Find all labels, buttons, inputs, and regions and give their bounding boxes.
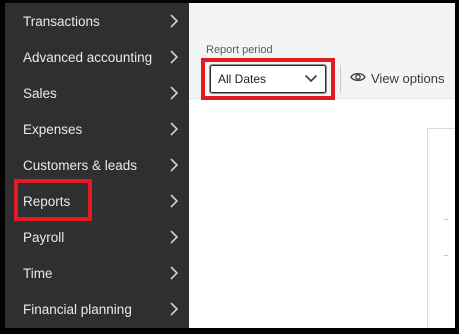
- chevron-right-icon: [169, 194, 179, 208]
- chevron-right-icon: [169, 266, 179, 280]
- report-period-label: Report period: [206, 44, 273, 56]
- sidebar-item-time[interactable]: Time: [5, 255, 189, 291]
- sidebar-item-label: Payroll: [23, 229, 65, 245]
- panel-tick: [444, 255, 448, 256]
- reports-highlight-box: [14, 179, 92, 221]
- report-period-highlight-box: [201, 58, 335, 100]
- chevron-right-icon: [169, 86, 179, 100]
- view-options-label: View options: [371, 70, 445, 86]
- chevron-right-icon: [169, 158, 179, 172]
- sidebar-item-payroll[interactable]: Payroll: [5, 219, 189, 255]
- chevron-right-icon: [169, 122, 179, 136]
- chevron-right-icon: [169, 50, 179, 64]
- app-viewport: Transactions Advanced accounting Sales E…: [5, 3, 455, 328]
- sidebar-item-label: Financial planning: [23, 301, 132, 317]
- sidebar-item-label: Time: [23, 265, 53, 281]
- screenshot-frame: Transactions Advanced accounting Sales E…: [0, 0, 459, 334]
- sidebar-item-label: Customers & leads: [23, 157, 138, 173]
- sidebar-item-label: Advanced accounting: [23, 49, 153, 65]
- sidebar-item-financial-planning[interactable]: Financial planning: [5, 291, 189, 327]
- sidebar-item-expenses[interactable]: Expenses: [5, 111, 189, 147]
- chevron-right-icon: [169, 14, 179, 28]
- sidebar-item-transactions[interactable]: Transactions: [5, 3, 189, 39]
- sidebar-nav: Transactions Advanced accounting Sales E…: [5, 3, 189, 328]
- divider: [340, 65, 341, 93]
- view-options-button[interactable]: View options: [350, 67, 444, 89]
- sidebar-item-advanced-accounting[interactable]: Advanced accounting: [5, 39, 189, 75]
- sidebar-item-label: Expenses: [23, 121, 83, 137]
- sidebar-item-label: Transactions: [23, 13, 100, 29]
- report-main-area: Report period All Dates View options: [189, 3, 455, 328]
- chevron-right-icon: [169, 302, 179, 316]
- sidebar-item-label: Sales: [23, 85, 57, 101]
- panel-tick: [444, 219, 448, 220]
- eye-icon: [350, 71, 366, 86]
- chevron-right-icon: [169, 230, 179, 244]
- sidebar-item-sales[interactable]: Sales: [5, 75, 189, 111]
- report-content-panel: [427, 128, 455, 328]
- sidebar-item-customers-leads[interactable]: Customers & leads: [5, 147, 189, 183]
